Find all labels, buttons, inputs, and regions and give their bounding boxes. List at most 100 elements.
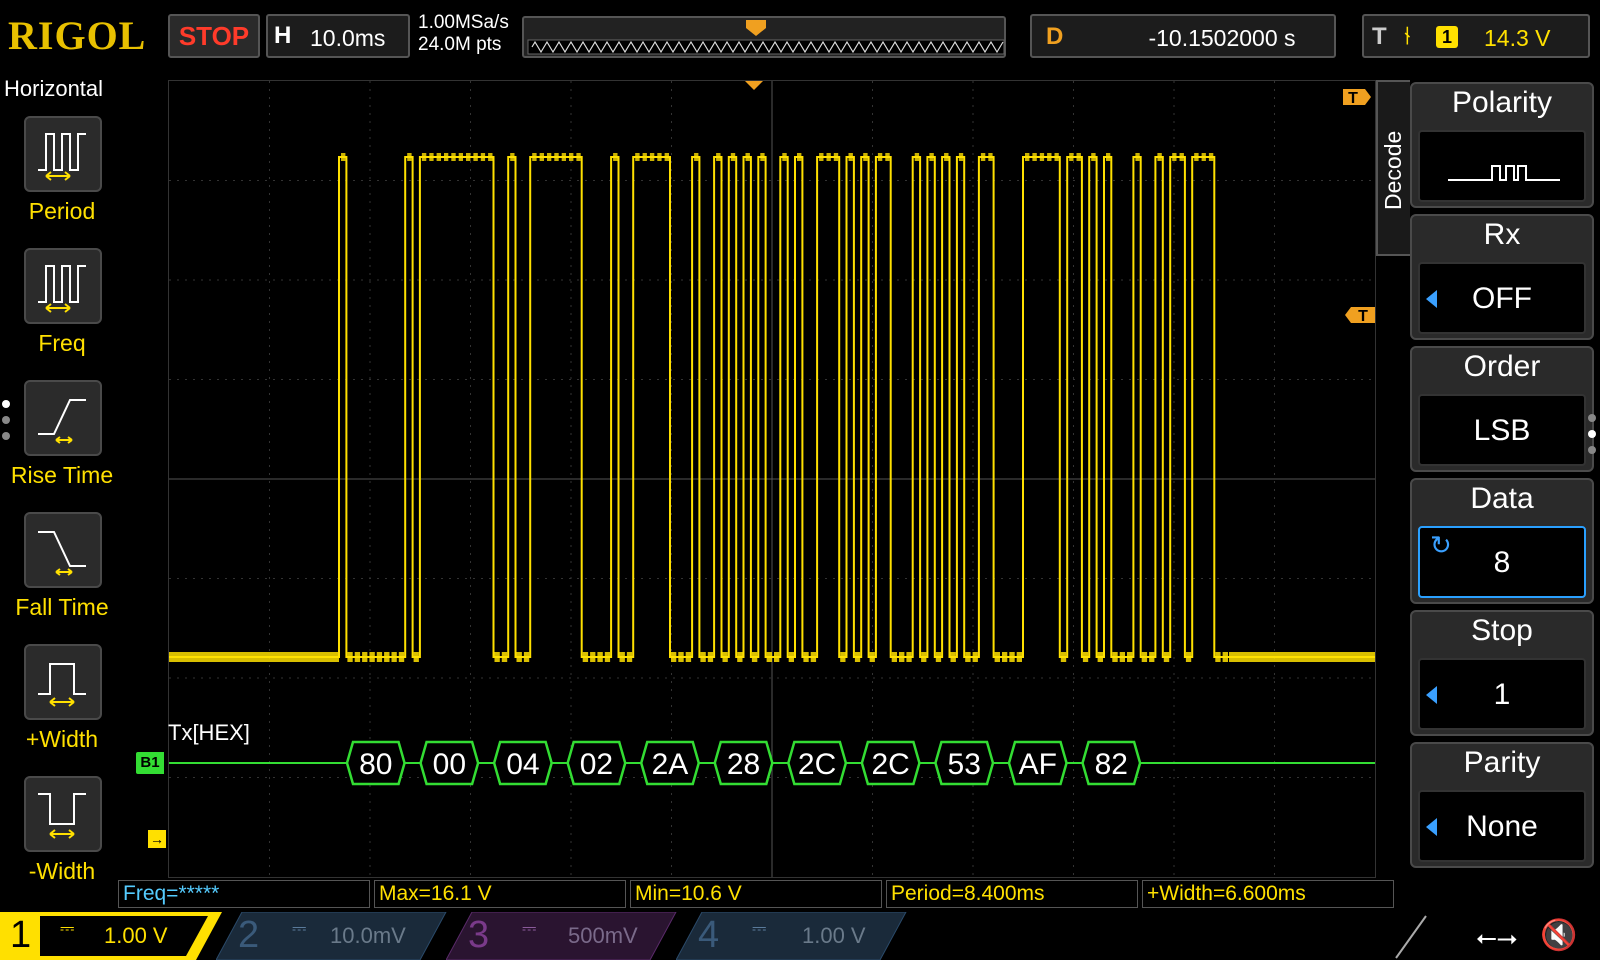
measurement-period[interactable]: Period=8.400ms <box>886 880 1138 908</box>
data-title: Data <box>1470 482 1534 515</box>
page-dot <box>2 416 10 424</box>
channel-2-status[interactable]: 2 ⎓ 10.0mV <box>216 912 448 960</box>
waveform-overview[interactable] <box>522 16 1006 58</box>
menu-stop[interactable]: Stop 1 <box>1410 610 1594 736</box>
bus-frame: 2A <box>639 740 701 786</box>
trigger-box[interactable]: T ⫮ 1 14.3 V <box>1362 14 1590 58</box>
timebase-box[interactable]: H 10.0ms <box>266 14 410 58</box>
channel-1-scale: 1.00 V <box>104 923 168 948</box>
page-dot <box>1588 430 1596 438</box>
order-title: Order <box>1463 350 1541 383</box>
menu-item-rise-time[interactable]: Rise Time <box>0 380 124 510</box>
trigger-source: 1 <box>1436 26 1458 48</box>
bus-frame: AF <box>1007 740 1068 786</box>
bus-byte-value: 53 <box>948 748 981 781</box>
page-indicator-left <box>2 400 10 448</box>
left-menu-title: Horizontal <box>4 76 104 101</box>
trigger-tag-text: T <box>1348 90 1358 107</box>
order-value: LSB <box>1473 414 1531 447</box>
menu-item-period[interactable]: Period <box>0 116 124 246</box>
page-dot <box>2 400 10 408</box>
polarity-title: Polarity <box>1451 86 1553 119</box>
measurement-min[interactable]: Min=10.6 V <box>630 880 882 908</box>
menu-parity[interactable]: Parity None <box>1410 742 1594 868</box>
menu-item-fall-time[interactable]: Fall Time <box>0 512 124 642</box>
rx-title: Rx <box>1483 218 1521 251</box>
data-value-box: ↻ 8 <box>1418 526 1586 598</box>
menu-polarity[interactable]: Polarity <box>1410 82 1594 208</box>
overview-graphic <box>527 20 1005 55</box>
measurement-text: Min=10.6 V <box>635 882 742 905</box>
timebase-value: 10.0ms <box>310 25 386 51</box>
channel-4-status[interactable]: 4 ⎓ 1.00 V <box>676 912 908 960</box>
channel-1-number: 1 <box>10 914 32 956</box>
frequency-icon <box>24 248 102 324</box>
delay-box[interactable]: D -10.1502000 s <box>1030 14 1336 58</box>
order-value-box: LSB <box>1418 394 1586 466</box>
bus-byte-value: 00 <box>433 748 466 781</box>
decode-tab-label: Decode <box>1380 130 1406 210</box>
bus-frame: 00 <box>419 740 480 786</box>
menu-rx[interactable]: Rx OFF <box>1410 214 1594 340</box>
bus-byte-value: 82 <box>1095 748 1128 781</box>
sample-rate: 1.00MSa/s <box>418 12 509 33</box>
waveform-display[interactable]: T T 80 00 04 02 2A 28 2C 2C 53 AF 82 <box>168 80 1376 878</box>
trigger-level-text: T <box>1358 308 1368 325</box>
channel-4-number: 4 <box>698 914 720 956</box>
stop-value-box: 1 <box>1418 658 1586 730</box>
run-state-label: STOP <box>178 21 250 51</box>
positive-width-icon <box>24 644 102 720</box>
run-stop-status[interactable]: STOP <box>168 14 260 58</box>
measurement-text: Max=16.1 V <box>379 882 492 905</box>
trigger-level: 14.3 V <box>1484 25 1551 51</box>
channel-1-status[interactable]: 1 ⎓ 1.00 V <box>0 912 224 960</box>
decode-tab[interactable]: Decode <box>1376 80 1410 256</box>
negative-width-label: -Width <box>28 858 96 884</box>
parity-value: None <box>1466 810 1538 843</box>
measurement-freq[interactable]: Freq=***** <box>118 880 370 908</box>
parity-title: Parity <box>1463 746 1541 779</box>
bus-byte-value: 28 <box>727 748 760 781</box>
bus-frame: 82 <box>1081 740 1142 786</box>
channel-2-scale: 10.0mV <box>330 923 406 948</box>
page-indicator-right <box>1588 414 1596 462</box>
memory-depth: 24.0M pts <box>418 34 502 55</box>
trigger-level-marker: T <box>1345 307 1375 325</box>
menu-data[interactable]: Data ↻ 8 <box>1410 478 1594 604</box>
measurement-positive-width[interactable]: +Width=6.600ms <box>1142 880 1394 908</box>
menu-item-freq[interactable]: Freq <box>0 248 124 378</box>
bus-frame: 28 <box>713 740 774 786</box>
bus-frame: 53 <box>934 740 995 786</box>
delay-value: -10.1502000 s <box>1148 25 1296 51</box>
menu-item-negative-width[interactable]: -Width <box>0 776 124 906</box>
freq-label: Freq <box>38 330 86 356</box>
acquisition-info: 1.00MSa/s 24.0M pts <box>418 12 509 56</box>
rise-time-icon <box>24 380 102 456</box>
menu-item-positive-width[interactable]: +Width <box>0 644 124 774</box>
bus-frame: 80 <box>345 740 406 786</box>
data-value: 8 <box>1493 546 1511 579</box>
timebase-key: H <box>274 22 292 49</box>
bus-frame: 02 <box>566 740 627 786</box>
bus-byte-value: 2A <box>652 748 689 781</box>
bus-frame: 2C <box>860 740 921 786</box>
decode-label: Tx[HEX] <box>168 720 250 745</box>
parity-value-box: None <box>1418 790 1586 862</box>
mute-speaker-icon[interactable]: 🔇 <box>1540 918 1577 953</box>
channel-3-status[interactable]: 3 ⎓ 500mV <box>446 912 678 960</box>
trigger-tag-top: T <box>1343 89 1371 107</box>
usb-icon: ⭠⭢ <box>1476 922 1518 952</box>
channel-3-number: 3 <box>468 914 490 956</box>
menu-order[interactable]: Order LSB <box>1410 346 1594 472</box>
measurement-max[interactable]: Max=16.1 V <box>374 880 626 908</box>
bus-byte-value: 2C <box>871 748 909 781</box>
trigger-key: T <box>1372 23 1387 50</box>
stop-value: 1 <box>1493 678 1511 711</box>
period-label: Period <box>28 198 96 224</box>
bus-marker-label: B1 <box>136 752 164 774</box>
dc-coupling-icon: ⎓ <box>752 918 767 938</box>
dc-coupling-icon: ⎓ <box>522 918 537 938</box>
rx-value-box: OFF <box>1418 262 1586 334</box>
bus-byte-value: AF <box>1019 748 1057 781</box>
bus-byte-value: 02 <box>580 748 613 781</box>
